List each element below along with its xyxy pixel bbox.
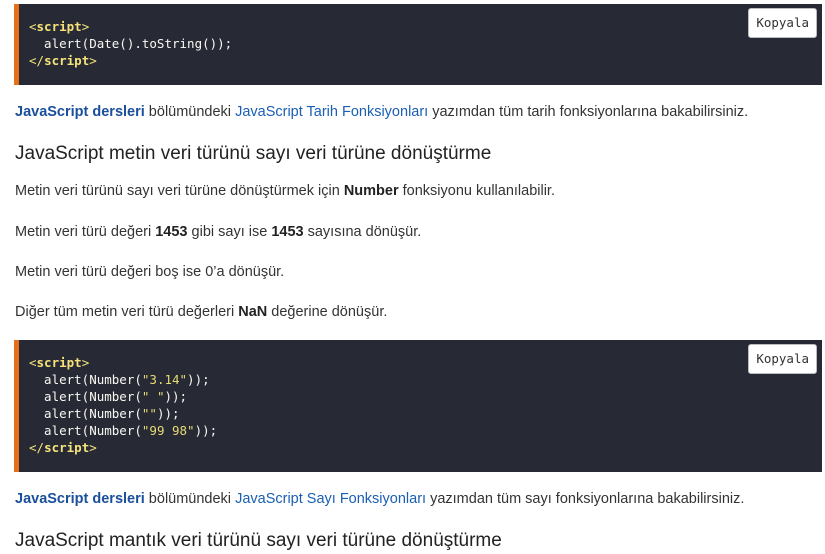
code-line: alert(Number("3.14")); [29, 372, 210, 387]
link-javascript-lessons[interactable]: JavaScript dersleri [15, 491, 145, 507]
bold-term: NaN [238, 304, 268, 320]
paragraph-text: Metin veri türünü sayı veri türüne dönüş… [15, 183, 344, 199]
code-open-tag: script [36, 355, 82, 370]
code-block-number: <script> alert(Number("3.14")); alert(Nu… [14, 340, 822, 472]
link-date-functions[interactable]: JavaScript Tarih Fonksiyonları [235, 104, 428, 120]
link-javascript-lessons[interactable]: JavaScript dersleri [15, 104, 145, 120]
paragraph-numeric-string: Metin veri türü değeri 1453 gibi sayı is… [15, 224, 421, 240]
copy-button[interactable]: Kopyala [748, 344, 817, 374]
code-line: alert(Number(" ")); [29, 389, 188, 404]
code-content: <script> alert(Date().toString()); </scri… [19, 4, 822, 69]
link-number-functions[interactable]: JavaScript Sayı Fonksiyonları [235, 491, 426, 507]
paragraph-number-functions: JavaScript dersleri bölümündeki JavaScri… [15, 491, 744, 507]
copy-button[interactable]: Kopyala [748, 8, 817, 38]
code-block-date: <script> alert(Date().toString()); </scri… [14, 4, 822, 85]
code-content: <script> alert(Number("3.14")); alert(Nu… [19, 340, 822, 456]
paragraph-text: gibi sayı ise [187, 224, 272, 240]
paragraph-text: fonksiyonu kullanılabilir. [398, 183, 555, 199]
paragraph-text: Metin veri türü değeri [15, 224, 156, 240]
code-line: alert(Number("99 98")); [29, 423, 218, 438]
code-close-tag: script [44, 440, 90, 455]
paragraph-text: yazımdan tüm tarih fonksiyonlarına bakab… [428, 104, 749, 120]
paragraph-text: bölümündeki [144, 491, 236, 507]
bold-term: 1453 [155, 224, 188, 240]
bold-term: Number [343, 183, 399, 199]
paragraph-nan: Diğer tüm metin veri türü değerleri NaN … [15, 304, 387, 320]
code-line: alert(Number("")); [29, 406, 180, 421]
paragraph-date-functions: JavaScript dersleri bölümündeki JavaScri… [15, 104, 748, 120]
paragraph-text: yazımdan tüm sayı fonksiyonlarına bakabi… [426, 491, 745, 507]
paragraph-text: değerine dönüşür. [267, 304, 388, 320]
section-heading-boolean-to-number: JavaScript mantık veri türünü sayı veri … [15, 530, 502, 551]
paragraph-text: Diğer tüm metin veri türü değerleri [15, 304, 239, 320]
code-open-tag: script [36, 19, 82, 34]
section-heading-string-to-number: JavaScript metin veri türünü sayı veri t… [15, 143, 492, 164]
paragraph-text: sayısına dönüşür. [303, 224, 422, 240]
paragraph-text: bölümündeki [144, 104, 236, 120]
code-close-tag: script [44, 53, 90, 68]
bold-term: 1453 [271, 224, 304, 240]
paragraph-empty-string: Metin veri türü değeri boş ise 0’a dönüş… [15, 264, 285, 280]
paragraph-number-function: Metin veri türünü sayı veri türüne dönüş… [15, 183, 555, 199]
code-line: alert(Date().toString()); [29, 36, 233, 51]
